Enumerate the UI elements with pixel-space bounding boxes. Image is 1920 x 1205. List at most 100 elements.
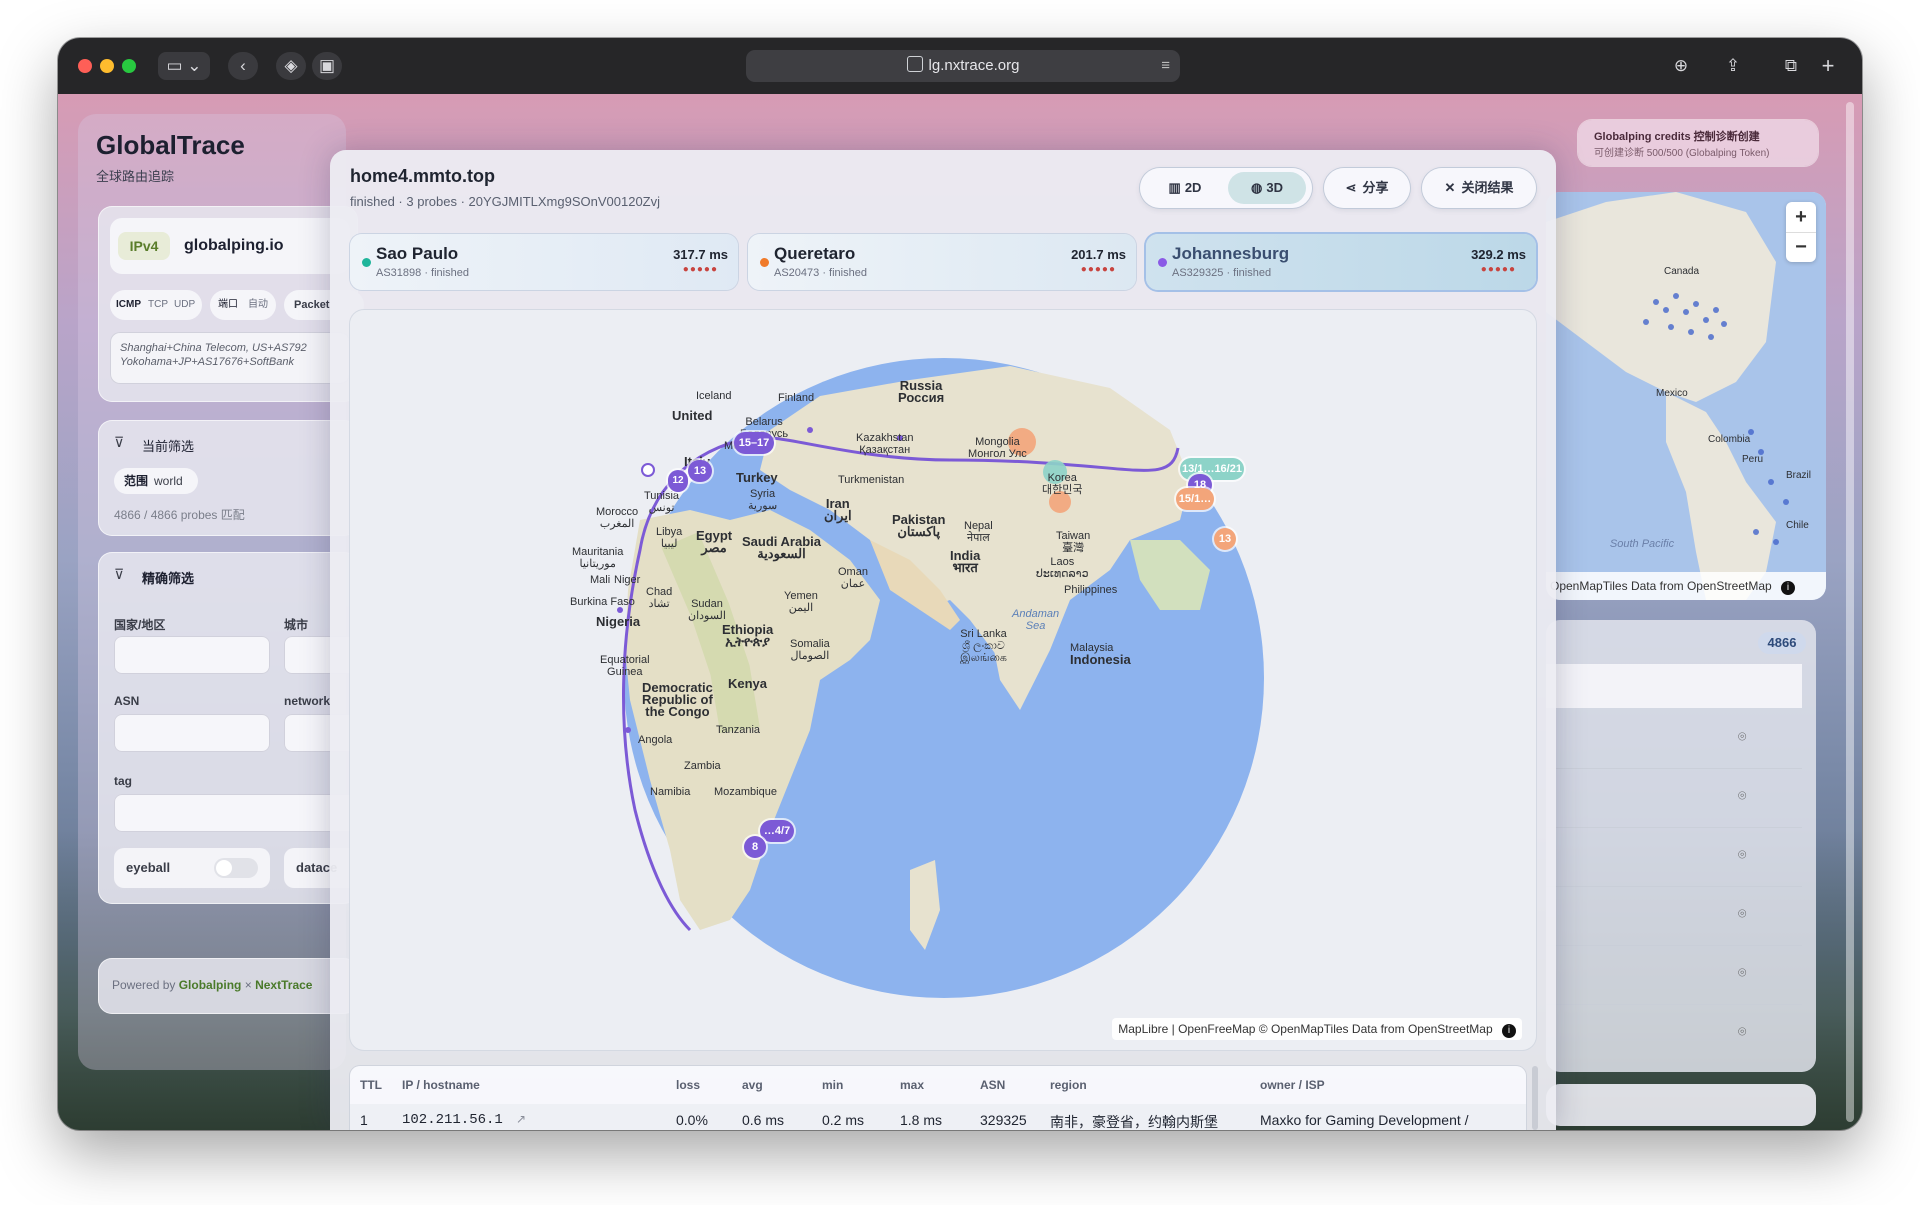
- hop-cluster-badge[interactable]: 13/1…16/21: [1180, 458, 1244, 480]
- share-button[interactable]: ⋖ 分享: [1324, 168, 1410, 208]
- probe-status-dot: [362, 258, 371, 267]
- extension-shield-icon[interactable]: ◈: [276, 52, 306, 80]
- hop-cluster-badge[interactable]: 15–17: [734, 432, 774, 454]
- probe-city: Sao Paulo: [376, 244, 459, 263]
- back-icon[interactable]: ‹: [228, 52, 258, 80]
- attr-maplibre[interactable]: MapLibre | OpenFreeMap © OpenMapTiles: [1118, 1022, 1348, 1036]
- globalping-link[interactable]: Globalping: [179, 978, 242, 992]
- address-bar[interactable]: lg.nxtrace.org ≡: [746, 50, 1180, 82]
- hop-cluster-badge[interactable]: 12: [668, 470, 688, 492]
- hop-cluster-badge[interactable]: 13: [688, 460, 712, 482]
- protocol-selector[interactable]: ICMP TCP UDP: [110, 290, 202, 320]
- view-mode-toggle: ▥ 2D ◍ 3D: [1140, 168, 1312, 208]
- info-icon[interactable]: i: [1502, 1024, 1516, 1038]
- reader-icon[interactable]: ▣: [312, 52, 342, 80]
- nexttrace-link[interactable]: NextTrace: [255, 978, 312, 992]
- map-label-pakistan: Pakistan پاکستان: [892, 512, 946, 539]
- location-pin-icon[interactable]: ⌾: [1738, 728, 1752, 746]
- map-label-egypt: Egypt مصر: [696, 528, 733, 555]
- info-icon[interactable]: i: [1781, 581, 1796, 595]
- hop-cluster-badge[interactable]: 13: [1214, 528, 1236, 550]
- credits-card[interactable]: Globalping credits 控制诊断创建 可创建诊断 500/500 …: [1578, 120, 1818, 166]
- probe-latency: 317.7 ms: [673, 247, 728, 262]
- hop-table: TTL IP / hostname loss avg min max ASN r…: [350, 1066, 1526, 1130]
- zoom-window-button[interactable]: [122, 59, 136, 73]
- map-label-morocco: Morocco المغرب: [596, 506, 639, 530]
- page-scrollbar[interactable]: [1846, 102, 1854, 1122]
- targets-textarea[interactable]: Shanghai+China Telecom, US+AS792 Yokoham…: [110, 332, 350, 384]
- close-window-button[interactable]: [78, 59, 92, 73]
- provider-box[interactable]: IPv4 globalping.io: [110, 218, 350, 274]
- view-3d-button[interactable]: ◍ 3D: [1228, 172, 1306, 204]
- col-asn: ASN: [980, 1078, 1006, 1092]
- probe-card-queretaro[interactable]: Queretaro AS20473 · finished 201.7 ms ●●…: [748, 234, 1136, 290]
- scope-chip[interactable]: 范围 world: [114, 468, 198, 494]
- map-label-syria: Syria سورية: [748, 488, 778, 512]
- map-label-south-pacific: South Pacific: [1609, 538, 1675, 550]
- downloads-icon[interactable]: ⊕: [1666, 52, 1696, 80]
- eyeball-toggle[interactable]: [214, 858, 258, 878]
- list-item[interactable]: ⌾: [1546, 828, 1802, 887]
- map-label-taiwan: Taiwan 臺灣: [1056, 530, 1091, 554]
- probe-meta: AS329325 · finished: [1172, 267, 1272, 279]
- minimize-window-button[interactable]: [100, 59, 114, 73]
- attr-openmaptiles[interactable]: OpenMapTiles: [1550, 579, 1628, 593]
- tag-input[interactable]: [114, 794, 364, 832]
- port-selector[interactable]: 端口 自动: [210, 290, 276, 320]
- map-label-iceland: Iceland: [696, 390, 732, 402]
- location-pin-icon[interactable]: ⌾: [1738, 787, 1752, 805]
- globe-svg: [617, 358, 1264, 998]
- precise-filter-card: ⊽ 精确筛选 国家/地区 城市 ASN network tag eyeball …: [98, 552, 364, 904]
- browser-window: ▭ ⌄ ‹ ◈ ▣ lg.nxtrace.org ≡ ⊕ ⇪ ⧉ + Globa…: [58, 38, 1862, 1130]
- hop-cluster-badge[interactable]: 8: [744, 836, 766, 858]
- table-scrollbar[interactable]: [1532, 1066, 1538, 1130]
- map-label-libya: Libya ليبيا: [656, 526, 683, 550]
- list-item[interactable]: ⌾: [1546, 769, 1802, 828]
- map-label-mozambique: Mozambique: [714, 786, 777, 798]
- asn-input[interactable]: [114, 714, 270, 752]
- external-link-icon[interactable]: ↗: [516, 1112, 526, 1126]
- hop-cluster-badge[interactable]: 15/1…: [1176, 488, 1214, 510]
- share-icon[interactable]: ⇪: [1718, 52, 1748, 80]
- list-item[interactable]: ⌾: [1546, 710, 1802, 769]
- map-label-turkmenistan: Turkmenistan: [838, 474, 905, 486]
- sidebar-toggle-icon[interactable]: ▭ ⌄: [158, 52, 210, 80]
- current-filter-title: 当前筛选: [142, 439, 195, 454]
- ip-version-badge[interactable]: IPv4: [118, 232, 170, 260]
- location-pin-icon[interactable]: ⌾: [1738, 905, 1752, 923]
- protocol-icmp[interactable]: ICMP: [116, 290, 141, 320]
- tabs-overview-icon[interactable]: ⧉: [1776, 52, 1806, 80]
- location-pin-icon[interactable]: ⌾: [1738, 1023, 1752, 1041]
- map-label-somalia: Somalia الصومال: [790, 638, 830, 662]
- list-item[interactable]: ⌾: [1546, 887, 1802, 946]
- cell-ip[interactable]: 102.211.56.1: [402, 1112, 503, 1128]
- probe-card-johannesburg[interactable]: Johannesburg AS329325 · finished 329.2 m…: [1146, 234, 1536, 290]
- city-label: 城市: [284, 618, 309, 632]
- world-probe-map[interactable]: Canada Mexico Colombia Peru Brazil Chile…: [1546, 192, 1826, 600]
- list-item[interactable]: ⌾: [1546, 1005, 1802, 1063]
- zoom-in-button[interactable]: +: [1786, 202, 1816, 233]
- page-menu-icon[interactable]: ≡: [1161, 50, 1170, 82]
- list-item[interactable]: ⌾: [1546, 946, 1802, 1005]
- country-input[interactable]: [114, 636, 270, 674]
- zoom-out-button[interactable]: −: [1786, 233, 1816, 263]
- attr-osm[interactable]: OpenStreetMap: [1408, 1022, 1493, 1036]
- map-label-niger: Niger: [614, 574, 641, 586]
- url-text: lg.nxtrace.org: [928, 57, 1020, 74]
- view-2d-button[interactable]: ▥ 2D: [1146, 172, 1224, 204]
- new-tab-icon[interactable]: +: [1813, 52, 1843, 80]
- cell-ttl: 1: [360, 1112, 368, 1128]
- result-meta: finished · 3 probes · 20YGJMITLXmg9SOnV0…: [350, 194, 661, 209]
- location-pin-icon[interactable]: ⌾: [1738, 846, 1752, 864]
- route-globe-map[interactable]: Iceland Finland Russia Россия United Bel…: [350, 310, 1536, 1050]
- protocol-tcp[interactable]: TCP: [148, 290, 168, 320]
- probe-card-sao-paulo[interactable]: Sao Paulo AS31898 · finished 317.7 ms ●●…: [350, 234, 738, 290]
- hop-cluster-badge[interactable]: …4/7: [760, 820, 794, 842]
- protocol-udp[interactable]: UDP: [174, 290, 195, 320]
- map-label-mongolia: Mongolia Монгол Улс: [968, 436, 1027, 460]
- location-pin-icon[interactable]: ⌾: [1738, 964, 1752, 982]
- close-result-button[interactable]: ✕ 关闭结果: [1422, 168, 1536, 208]
- map-label-russia: Russia Россия: [898, 378, 945, 405]
- eyeball-toggle-row[interactable]: eyeball: [114, 848, 270, 888]
- attr-osm[interactable]: OpenStreetMap: [1687, 579, 1772, 593]
